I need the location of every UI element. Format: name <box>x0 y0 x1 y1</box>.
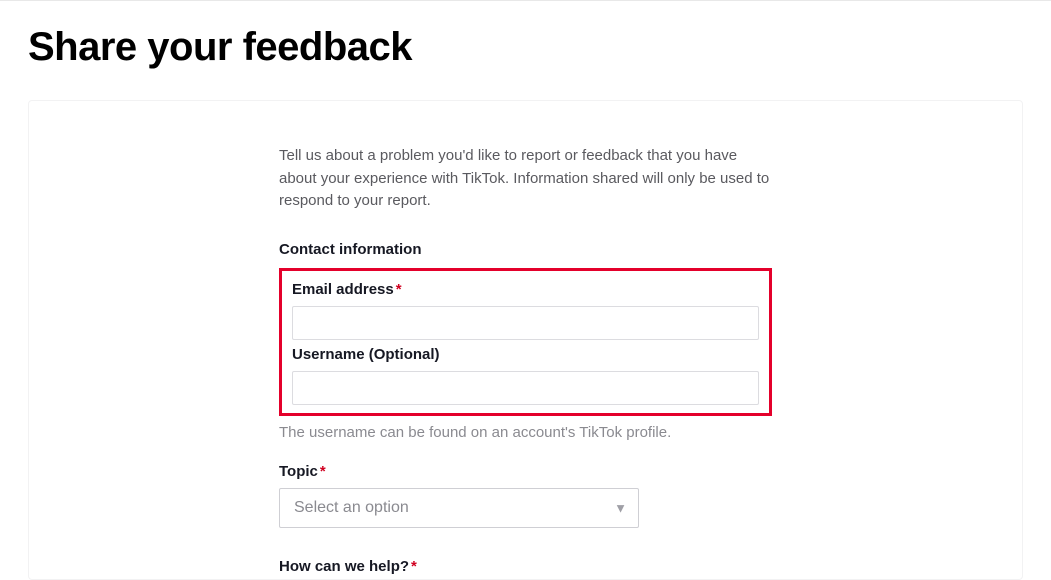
topic-select-placeholder: Select an option <box>294 499 409 517</box>
required-mark: * <box>396 281 402 298</box>
how-help-label: How can we help?* <box>279 558 772 575</box>
topic-label: Topic* <box>279 463 772 480</box>
intro-text: Tell us about a problem you'd like to re… <box>279 145 772 213</box>
username-hint: The username can be found on an account'… <box>279 424 772 441</box>
username-label-text: Username (Optional) <box>292 346 440 363</box>
username-field[interactable] <box>292 371 759 405</box>
email-field[interactable] <box>292 306 759 340</box>
contact-info-heading: Contact information <box>279 241 772 258</box>
topic-label-text: Topic <box>279 463 318 480</box>
required-mark: * <box>411 558 417 575</box>
topic-select[interactable]: Select an option <box>279 488 639 528</box>
feedback-card: Tell us about a problem you'd like to re… <box>28 100 1023 580</box>
username-label: Username (Optional) <box>292 346 759 363</box>
email-label-text: Email address <box>292 281 394 298</box>
contact-highlight-box: Email address* Username (Optional) <box>279 268 772 416</box>
how-help-label-text: How can we help? <box>279 558 409 575</box>
email-label: Email address* <box>292 281 759 298</box>
required-mark: * <box>320 463 326 480</box>
page-title: Share your feedback <box>28 25 1023 70</box>
